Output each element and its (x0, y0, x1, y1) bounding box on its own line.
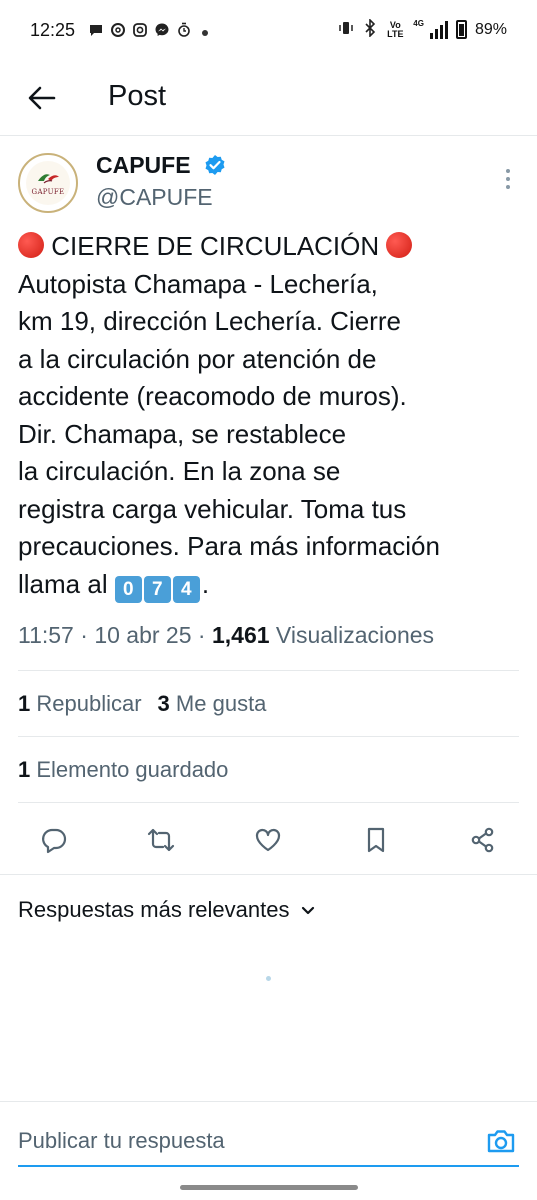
avatar[interactable]: GAPUFE (18, 153, 78, 213)
bluetooth-icon (363, 18, 377, 40)
messenger-icon (154, 22, 170, 38)
like-icon (255, 828, 281, 852)
tweet-meta: 11:57 · 10 abr 25 · 1,461 Visualizacione… (18, 622, 435, 648)
views-label: Visualizaciones (275, 622, 435, 648)
views-count: 1,461 (211, 622, 270, 648)
replies-sort-label: Respuestas más relevantes (18, 897, 290, 922)
tweet-line: accidente (reacomodo de muros). (18, 381, 407, 411)
keycap-digit-icon: 0 (114, 575, 142, 603)
tweet-line: Dir. Chamapa, se restablece (18, 418, 347, 449)
tweet-line: precauciones. Para más información (18, 531, 440, 561)
chat-bubble-icon (88, 22, 104, 38)
status-time: 12:25 (30, 20, 76, 40)
divider (18, 670, 519, 671)
author-handle[interactable]: @CAPUFE (96, 184, 213, 211)
keycap-digit-icon: 7 (143, 575, 171, 603)
bookmark-icon (367, 827, 385, 853)
instagram-icon (132, 22, 148, 38)
more-notifications-dot (202, 29, 208, 36)
bookmark-button[interactable] (356, 820, 396, 860)
system-status: Vo LTE 4G 89% (337, 18, 507, 40)
tweet-line: registra carga vehicular. Toma tus (18, 493, 407, 524)
status-bar: 12:25 Vo LTE 4G 89% (0, 0, 537, 62)
tweet-line: km 19, dirección Lechería. Cierre (18, 306, 401, 336)
alarm-icon (176, 22, 192, 38)
reply-input[interactable] (18, 1126, 438, 1156)
action-bar (0, 820, 537, 860)
likes-stat[interactable]: 3 Me gusta (158, 691, 267, 716)
battery-percent: 89% (474, 20, 507, 38)
red-circle-emoji-icon (386, 232, 413, 258)
threads-icon (110, 22, 126, 38)
author-name[interactable]: CAPUFE (96, 152, 191, 179)
page-title: Post (108, 80, 167, 112)
reply-button[interactable] (34, 820, 74, 860)
like-button[interactable] (248, 820, 288, 860)
more-options-icon[interactable] (502, 166, 514, 192)
reposts-stat[interactable]: 1 Republicar (18, 691, 142, 716)
signal-icon (429, 20, 448, 39)
avatar-logo (26, 161, 70, 205)
tweet-line: Autopista Chamapa - Lechería, (18, 268, 378, 299)
red-circle-emoji-icon (18, 232, 44, 258)
repost-button[interactable] (141, 820, 181, 860)
battery-icon (455, 20, 467, 39)
replies-sort-dropdown[interactable]: Respuestas más relevantes (18, 897, 317, 923)
tweet-line: CIERRE DE CIRCULACIÓN (18, 228, 528, 266)
notification-icons (88, 22, 208, 38)
vibrate-icon (337, 19, 355, 40)
tweet-line: a la circulación por atención de (18, 343, 377, 374)
tweet-body: CIERRE DE CIRCULACIÓN Autopista Chamapa … (18, 228, 528, 603)
share-icon (471, 827, 494, 853)
engagement-stats: 1 Republicar 3 Me gusta (18, 691, 266, 717)
composer-underline (18, 1165, 519, 1167)
home-indicator[interactable] (180, 1185, 358, 1190)
tweet-line: la circulación. En la zona se (18, 456, 341, 486)
tweet-time: 11:57 (18, 622, 74, 648)
avatar-text: GAPUFE (31, 188, 65, 196)
volte-icon: Vo LTE (387, 19, 404, 39)
divider (0, 874, 537, 875)
share-button[interactable] (463, 820, 503, 860)
network-type: 4G (413, 19, 424, 28)
repost-icon (147, 828, 175, 852)
reply-composer (0, 1101, 537, 1200)
divider (18, 736, 519, 737)
capufe-logo-icon (38, 174, 59, 184)
bookmarks-stat[interactable]: 1 Elemento guardado (18, 757, 228, 783)
back-arrow-icon[interactable] (26, 82, 58, 114)
top-app-bar: Post (0, 62, 537, 136)
tweet-line: llama al 074. (18, 566, 528, 604)
verified-badge-icon (205, 155, 225, 175)
tweet-date: 10 abr 25 (94, 622, 192, 648)
keycap-digit-icon: 4 (172, 575, 200, 603)
loading-indicator (266, 976, 271, 981)
camera-icon[interactable] (484, 1124, 518, 1158)
divider (18, 802, 519, 803)
chevron-down-icon (302, 906, 315, 915)
reply-icon (42, 828, 67, 854)
